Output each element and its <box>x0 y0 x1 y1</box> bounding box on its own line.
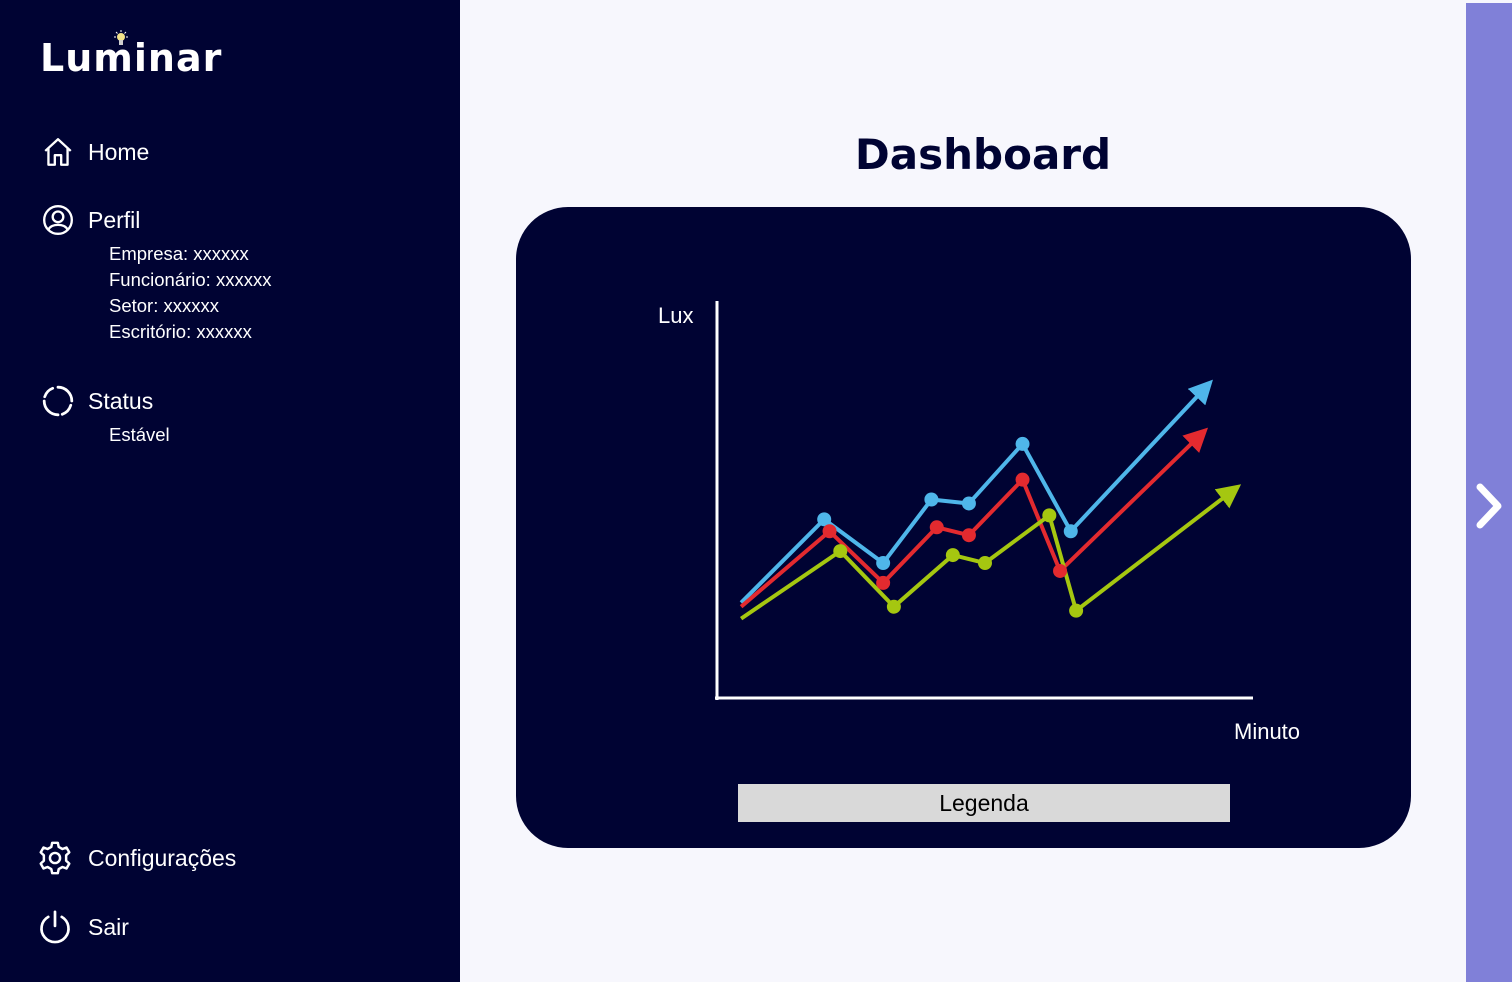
chart-card: Lux Minuto Legenda <box>516 207 1411 848</box>
profile-company: Empresa: xxxxxx <box>109 243 249 264</box>
profile-office: Escritório: xxxxxx <box>109 321 252 342</box>
y-axis-label: Lux <box>658 303 693 328</box>
series-1-point-2 <box>876 575 891 590</box>
nav-status[interactable]: Status <box>40 383 153 419</box>
sidebar: Luminar Home Perfil Empresa: xxxxxx Func… <box>0 0 460 982</box>
nav-profile[interactable]: Perfil <box>40 202 140 238</box>
series-1-point-3 <box>929 520 944 535</box>
series-1-point-1 <box>822 524 837 539</box>
home-icon <box>40 134 76 170</box>
series-line-2 <box>739 484 1242 621</box>
loading-circle-icon <box>40 383 76 419</box>
gear-icon <box>37 840 73 876</box>
nav-settings[interactable]: Configurações <box>37 840 236 876</box>
profile-employee: Funcionário: xxxxxx <box>109 269 272 290</box>
series-2-point-4 <box>978 556 992 571</box>
series-2-point-5 <box>1042 508 1057 523</box>
nav-home-label: Home <box>88 138 150 165</box>
nav-logout[interactable]: Sair <box>37 909 129 945</box>
series-2-point-2 <box>886 599 901 614</box>
series-layer <box>739 379 1242 621</box>
legend-button[interactable]: Legenda <box>738 784 1230 822</box>
series-1-point-5 <box>1015 472 1030 487</box>
series-2-point-6 <box>1069 603 1084 618</box>
series-2-point-1 <box>833 544 848 559</box>
series-0-point-3 <box>924 492 939 507</box>
series-0-point-1 <box>817 512 832 527</box>
nav-home[interactable]: Home <box>40 134 149 170</box>
x-axis-label: Minuto <box>1234 719 1300 744</box>
user-circle-icon <box>40 202 76 238</box>
nav-profile-label: Perfil <box>88 206 141 233</box>
right-panel <box>1466 3 1512 982</box>
profile-details: Empresa: xxxxxx Funcionário: xxxxxx Seto… <box>109 241 271 345</box>
series-line-1 <box>739 427 1209 609</box>
nav-logout-label: Sair <box>88 913 129 940</box>
nav-settings-label: Configurações <box>88 844 237 871</box>
profile-sector: Setor: xxxxxx <box>109 295 219 316</box>
series-0-point-2 <box>876 556 891 571</box>
page-title: Dashboard <box>854 130 1112 179</box>
status-value: Estável <box>109 424 170 445</box>
series-0-point-4 <box>961 496 976 511</box>
logo: Luminar <box>40 36 223 80</box>
line-chart: Lux Minuto <box>658 301 1300 744</box>
chevron-right-icon[interactable] <box>1474 481 1506 531</box>
series-1-point-4 <box>961 528 976 543</box>
nav-status-label: Status <box>88 387 154 414</box>
series-2-point-3 <box>945 548 960 563</box>
lightbulb-icon <box>114 30 128 45</box>
series-0-point-6 <box>1063 524 1078 539</box>
power-icon <box>37 909 73 945</box>
series-1-point-6 <box>1053 563 1068 578</box>
series-0-point-5 <box>1015 436 1030 451</box>
